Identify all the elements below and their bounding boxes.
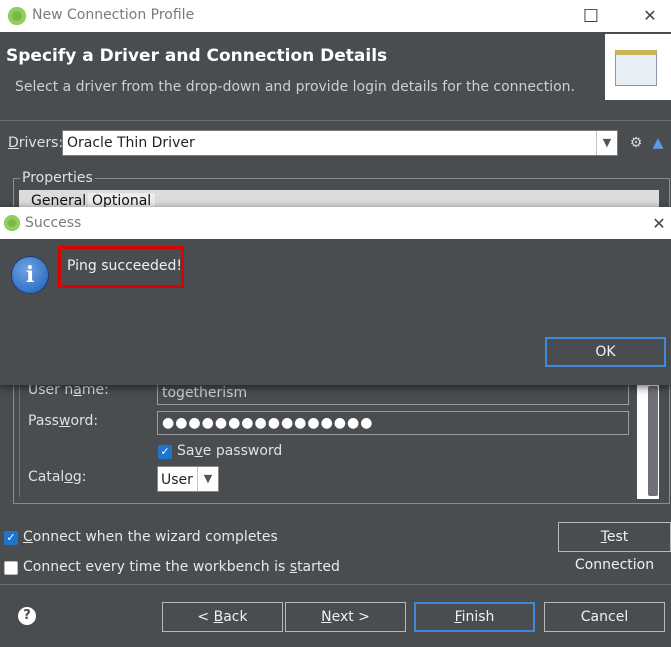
dialog-title: Success <box>25 215 82 231</box>
catalog-label: Catalog: <box>28 469 87 485</box>
maximize-icon[interactable]: ☐ <box>578 6 604 27</box>
drivers-dropdown[interactable]: Oracle Thin Driver ▼ <box>62 130 618 156</box>
back-button[interactable]: < Back <box>162 602 283 632</box>
save-password-label: Save password <box>177 443 283 459</box>
wizard-banner-icon <box>605 34 671 100</box>
help-icon[interactable]: ? <box>18 607 36 625</box>
properties-group-label: Properties <box>20 170 95 186</box>
page-subtitle: Select a driver from the drop-down and p… <box>15 79 575 95</box>
password-label: Password: <box>28 413 99 429</box>
app-logo-icon <box>8 7 26 25</box>
scrollbar-thumb[interactable] <box>648 386 658 496</box>
edit-driver-icon[interactable]: ⚙ <box>628 135 644 151</box>
password-field[interactable]: ●●●●●●●●●●●●●●●● <box>157 411 629 435</box>
header-divider <box>0 120 671 121</box>
chevron-down-icon: ▼ <box>197 467 218 491</box>
cancel-button[interactable]: Cancel <box>544 602 665 632</box>
window-title: New Connection Profile <box>32 7 195 23</box>
ok-button[interactable]: OK <box>545 337 666 367</box>
dialog-titlebar: Success ✕ <box>0 207 671 239</box>
save-password-checkbox[interactable]: ✓ <box>158 445 172 459</box>
catalog-selected-value: User <box>161 472 193 488</box>
drivers-label: Drivers: <box>8 135 64 151</box>
dialog-message: Ping succeeded! <box>67 258 183 274</box>
catalog-dropdown[interactable]: User ▼ <box>157 466 219 492</box>
new-driver-icon[interactable]: ▲ <box>650 135 666 151</box>
close-icon[interactable]: ✕ <box>637 6 663 25</box>
connect-on-complete-label: Connect when the wizard completes <box>23 529 278 545</box>
app-logo-icon <box>4 215 20 231</box>
connect-every-time-label: Connect every time the workbench is star… <box>23 559 340 575</box>
dialog-close-icon[interactable]: ✕ <box>646 214 671 233</box>
finish-button[interactable]: Finish <box>414 602 535 632</box>
drivers-selected-value: Oracle Thin Driver <box>67 135 195 151</box>
wizard-header: Specify a Driver and Connection Details … <box>0 32 671 118</box>
window-titlebar: New Connection Profile ☐ ✕ <box>0 0 671 32</box>
connect-on-complete-checkbox[interactable]: ✓ <box>4 531 18 545</box>
next-button[interactable]: Next > <box>285 602 406 632</box>
test-connection-button[interactable]: Test Connection <box>558 522 671 573</box>
connect-every-time-checkbox[interactable] <box>4 561 18 575</box>
footer-divider <box>0 584 671 585</box>
chevron-down-icon: ▼ <box>596 131 617 155</box>
info-icon: i <box>11 256 49 294</box>
page-title: Specify a Driver and Connection Details <box>6 46 388 66</box>
